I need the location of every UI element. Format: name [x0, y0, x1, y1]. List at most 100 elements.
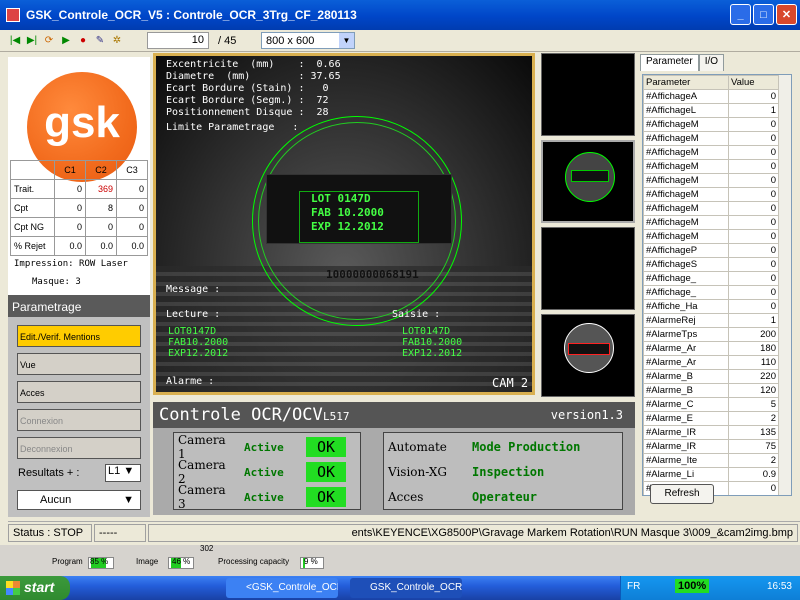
- parameter-value[interactable]: 0: [728, 187, 779, 202]
- acces-button[interactable]: Acces: [17, 381, 141, 403]
- vertical-scrollbar[interactable]: [779, 75, 791, 495]
- first-icon[interactable]: |◀: [8, 34, 22, 48]
- table-row[interactable]: #AffichageM 0: [643, 187, 779, 202]
- table-row[interactable]: #Alarme_Ar 180: [643, 341, 779, 356]
- thumbnail-3[interactable]: [541, 227, 635, 310]
- table-row[interactable]: #Affichage_ 0: [643, 285, 779, 300]
- parameter-value[interactable]: 0: [728, 117, 779, 132]
- deconnexion-button[interactable]: Deconnexion: [17, 437, 141, 459]
- thumbnail-4[interactable]: [541, 314, 635, 397]
- parameter-value[interactable]: 0: [728, 131, 779, 146]
- parameter-value[interactable]: 0: [728, 145, 779, 160]
- edit-mentions-button[interactable]: Edit./Verif. Mentions: [17, 325, 141, 347]
- parameter-value[interactable]: 0: [728, 257, 779, 272]
- parameter-value[interactable]: 0: [728, 271, 779, 286]
- stats-cell: 0: [116, 198, 148, 218]
- table-row[interactable]: #Affichage_ 0: [643, 271, 779, 286]
- tab-parameter[interactable]: Parameter: [640, 54, 699, 71]
- parameter-value[interactable]: 0.9: [728, 467, 779, 482]
- chevron-down-icon[interactable]: ▼: [339, 33, 354, 48]
- page-number-input[interactable]: 10: [147, 32, 209, 49]
- parameter-value[interactable]: 1: [728, 313, 779, 328]
- parameter-value[interactable]: 5: [728, 397, 779, 412]
- table-row[interactable]: #AffichageM 0: [643, 131, 779, 146]
- table-row[interactable]: #AffichageM 0: [643, 117, 779, 132]
- parameter-value[interactable]: 0: [728, 229, 779, 244]
- resultats-select[interactable]: L1 ▼: [105, 464, 141, 482]
- table-row[interactable]: #Alarme_C 5: [643, 397, 779, 412]
- stop-icon[interactable]: ●: [76, 34, 90, 48]
- stats-header: C2: [85, 160, 117, 180]
- vue-button[interactable]: Vue: [17, 353, 141, 375]
- status-dashes: -----: [94, 523, 146, 542]
- settings-icon[interactable]: ✲: [110, 34, 124, 48]
- table-row[interactable]: #Alarme_B 120: [643, 383, 779, 398]
- taskbar-item-2[interactable]: GSK_Controle_OCR_...: [350, 578, 462, 598]
- thumbnail-2[interactable]: [541, 140, 635, 223]
- parameter-value[interactable]: 2: [728, 453, 779, 468]
- column-header[interactable]: Parameter: [643, 75, 729, 90]
- start-button[interactable]: start: [0, 576, 70, 600]
- resolution-select[interactable]: 800 x 600 ▼: [261, 32, 355, 49]
- table-row[interactable]: #Affiche_Ha 0: [643, 299, 779, 314]
- parameter-value[interactable]: 110: [728, 355, 779, 370]
- parameter-value[interactable]: 0: [728, 299, 779, 314]
- table-row[interactable]: #AffichageM 0: [643, 229, 779, 244]
- table-row[interactable]: #AffichageL 1: [643, 103, 779, 118]
- next-step-icon[interactable]: ▶|: [25, 34, 39, 48]
- table-row[interactable]: #Alarme_IR 75: [643, 439, 779, 454]
- parameter-value[interactable]: 180: [728, 341, 779, 356]
- close-button[interactable]: ✕: [776, 4, 797, 25]
- zoom-indicator[interactable]: 100%: [675, 579, 710, 593]
- taskbar-item-1[interactable]: <GSK_Controle_OCR....: [226, 578, 338, 598]
- parameter-value[interactable]: 0: [728, 201, 779, 216]
- table-row[interactable]: #AffichageP 0: [643, 243, 779, 258]
- refresh-button[interactable]: Refresh: [650, 484, 714, 504]
- parameter-value[interactable]: 220: [728, 369, 779, 384]
- table-row[interactable]: #AlarmeRej 1: [643, 313, 779, 328]
- table-row[interactable]: #AffichageM 0: [643, 201, 779, 216]
- tab-io[interactable]: I/O: [698, 54, 725, 71]
- table-row[interactable]: #Alarme_Li 0.9: [643, 467, 779, 482]
- parameter-value[interactable]: 0: [728, 159, 779, 174]
- minimize-button[interactable]: _: [730, 4, 751, 25]
- table-row[interactable]: #AffichageS 0: [643, 257, 779, 272]
- parameter-value[interactable]: 0: [728, 243, 779, 258]
- parameter-value[interactable]: 1: [728, 103, 779, 118]
- thumbnail-1[interactable]: [541, 53, 635, 136]
- parameter-value[interactable]: 0: [728, 89, 779, 104]
- table-row[interactable]: #Alarme_IR 135: [643, 425, 779, 440]
- column-header[interactable]: Value: [728, 75, 779, 90]
- table-row[interactable]: #AffichageM 0: [643, 173, 779, 188]
- play-icon[interactable]: ▶: [59, 34, 73, 48]
- clock: 16:53: [766, 581, 792, 592]
- table-row[interactable]: #AffichageM 0: [643, 145, 779, 160]
- edit-icon[interactable]: ✎: [93, 34, 107, 48]
- parameter-value[interactable]: 2: [728, 411, 779, 426]
- table-row[interactable]: #AffichageM 0: [643, 159, 779, 174]
- table-row[interactable]: #AffichageA 0: [643, 89, 779, 104]
- table-row[interactable]: #AlarmeTps 200: [643, 327, 779, 342]
- connexion-button[interactable]: Connexion: [17, 409, 141, 431]
- parameter-value[interactable]: 0: [728, 173, 779, 188]
- table-row[interactable]: #Alarme_Ite 2: [643, 453, 779, 468]
- maximize-button[interactable]: □: [753, 4, 774, 25]
- table-row[interactable]: #Alarme_B 220: [643, 369, 779, 384]
- aucun-select[interactable]: Aucun ▼: [17, 490, 141, 510]
- stats-cell: 0: [54, 179, 86, 199]
- parameter-value[interactable]: 0: [728, 215, 779, 230]
- cam-label: CAM 2: [492, 376, 529, 390]
- parameter-name: #AffichageS: [643, 257, 729, 272]
- parameter-value[interactable]: 135: [728, 425, 779, 440]
- table-row[interactable]: #Alarme_E 2: [643, 411, 779, 426]
- stats-cell: 369: [85, 179, 117, 199]
- table-row[interactable]: #Alarme_Ar 110: [643, 355, 779, 370]
- parameter-value[interactable]: 0: [728, 481, 779, 495]
- parameter-value[interactable]: 200: [728, 327, 779, 342]
- table-row[interactable]: #AffichageM 0: [643, 215, 779, 230]
- loop-icon[interactable]: ⟳: [42, 34, 56, 48]
- parameter-value[interactable]: 120: [728, 383, 779, 398]
- parameter-value[interactable]: 0: [728, 285, 779, 300]
- language-indicator[interactable]: FR: [627, 581, 640, 592]
- parameter-value[interactable]: 75: [728, 439, 779, 454]
